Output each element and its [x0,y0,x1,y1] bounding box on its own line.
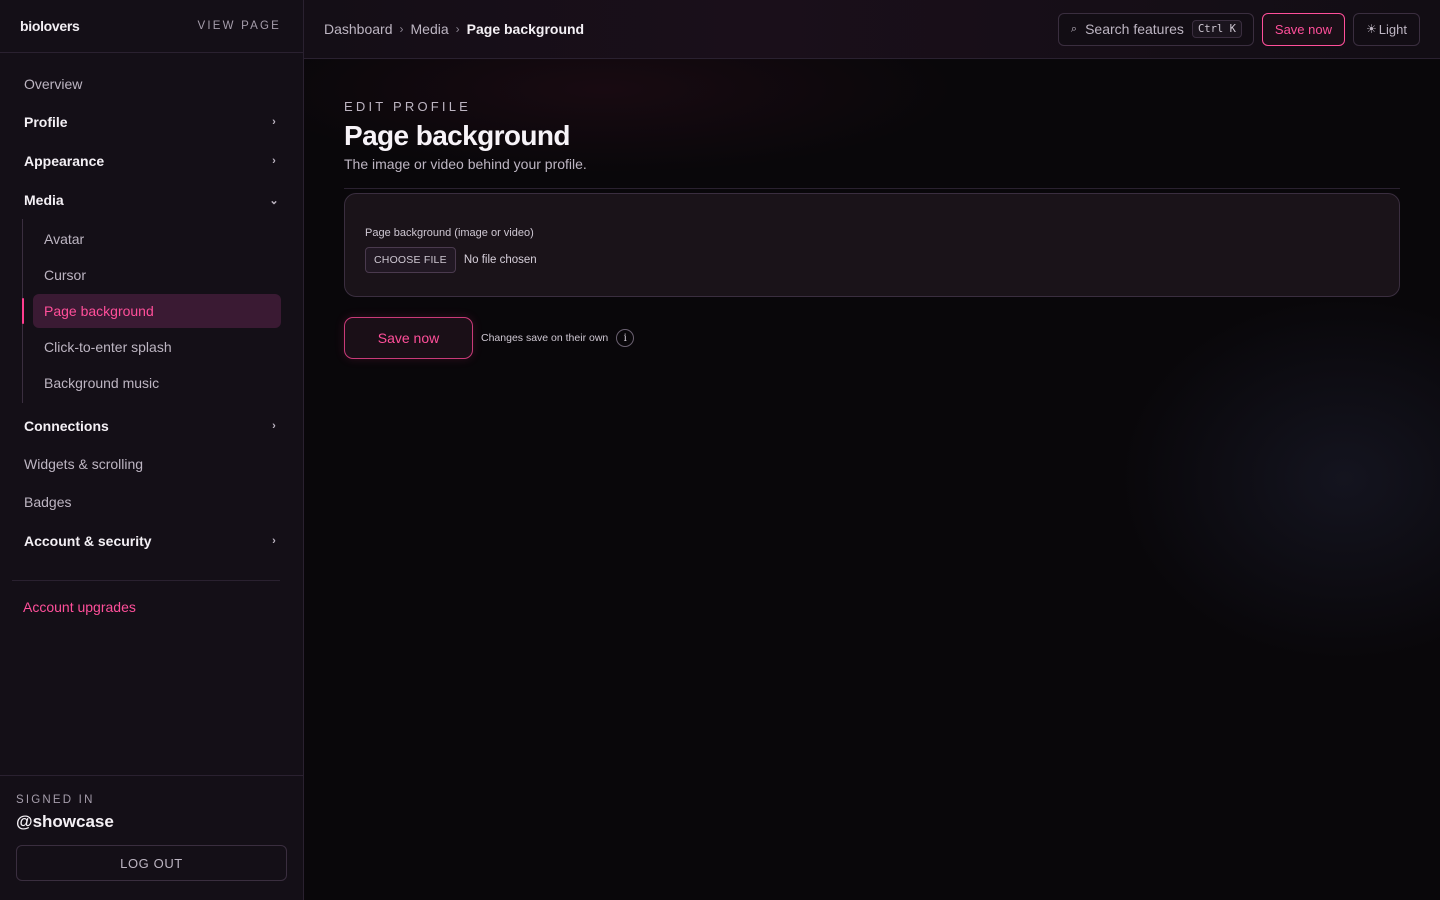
sidebar-subitem-page-background[interactable]: Page background [22,294,281,328]
topbar: Dashboard › Media › Page background ⌕ Se… [304,0,1440,59]
sidebar-item-connections[interactable]: Connections › [24,407,279,445]
breadcrumb-media[interactable]: Media [411,21,449,37]
logout-button[interactable]: LOG OUT [16,845,287,881]
breadcrumb: Dashboard › Media › Page background [324,21,584,37]
sidebar-header: biolovers VIEW PAGE [0,0,303,53]
sidebar-subitem-cursor[interactable]: Cursor [33,257,281,293]
sidebar-item-label: Connections [24,418,109,434]
sidebar-subitem-label: Cursor [44,267,87,283]
sidebar: biolovers VIEW PAGE Overview Profile › A… [0,0,304,900]
sidebar-item-widgets[interactable]: Widgets & scrolling [24,445,279,483]
sidebar-subitem-label: Click-to-enter splash [44,339,172,355]
sidebar-item-label: Appearance [24,153,105,169]
sidebar-account-panel: SIGNED IN @showcase LOG OUT [0,775,303,900]
sun-icon: ☀ [1366,22,1377,36]
sidebar-nav: Overview Profile › Appearance › Media ⌄ … [0,53,303,615]
chevron-right-icon: › [272,155,276,167]
section-eyebrow: EDIT PROFILE [344,99,472,114]
chevron-down-icon: ⌄ [269,194,279,207]
breadcrumb-dashboard[interactable]: Dashboard [324,21,393,37]
theme-toggle-button[interactable]: ☀ Light [1353,12,1420,46]
main-content: EDIT PROFILE Page background The image o… [304,59,1440,900]
breadcrumb-current: Page background [466,21,585,37]
account-upgrades-link[interactable]: Account upgrades [23,599,303,615]
field-label: Page background (image or video) [365,227,534,239]
page-title: Page background [344,120,571,151]
theme-toggle-label: Light [1378,21,1407,37]
sidebar-subitem-avatar[interactable]: Avatar [33,221,281,257]
sidebar-item-label: Account & security [24,533,152,549]
media-submenu: Avatar Cursor Page background Click-to-e… [22,219,303,403]
sidebar-item-label: Media [24,192,64,208]
shortcut-badge: Ctrl K [1191,20,1242,38]
sidebar-item-label: Badges [24,494,72,510]
signed-in-label: SIGNED IN [16,794,95,806]
chevron-right-icon: › [399,22,404,36]
sidebar-subitem-label: Avatar [44,231,85,247]
sidebar-subitem-click-to-enter-splash[interactable]: Click-to-enter splash [33,329,281,365]
chevron-right-icon: › [272,420,276,432]
page-subtitle: The image or video behind your profile. [344,156,587,172]
sidebar-item-label: Overview [24,76,83,92]
save-row: Save now Changes save on their own i [344,317,1400,359]
section-divider [344,188,1400,189]
chevron-right-icon: › [272,535,276,547]
autosave-note: Changes save on their own [481,332,609,344]
sidebar-subitem-label: Background music [44,375,160,391]
search-label: Search features [1085,21,1184,37]
sidebar-item-media[interactable]: Media ⌄ [24,181,279,219]
save-now-top-button[interactable]: Save now [1261,12,1345,46]
search-features-button[interactable]: ⌕ Search features Ctrl K [1057,12,1254,46]
search-icon: ⌕ [1070,22,1078,35]
sidebar-subitem-label: Page background [44,303,154,319]
file-status: No file chosen [463,254,537,266]
brand-logo[interactable]: biolovers [20,18,80,34]
sidebar-item-label: Profile [24,114,68,130]
file-input: CHOOSE FILE No file chosen [365,247,1379,273]
info-icon[interactable]: i [616,329,635,347]
save-now-button[interactable]: Save now [344,317,473,359]
sidebar-item-profile[interactable]: Profile › [24,103,279,141]
sidebar-subitem-background-music[interactable]: Background music [33,365,281,401]
chevron-right-icon: › [272,116,276,128]
sidebar-item-overview[interactable]: Overview [24,65,279,103]
topbar-actions: ⌕ Search features Ctrl K Save now ☀ Ligh… [1057,12,1420,46]
sidebar-item-appearance[interactable]: Appearance › [24,142,279,180]
active-indicator [22,298,24,324]
choose-file-button[interactable]: CHOOSE FILE [365,247,456,273]
user-handle: @showcase [16,812,114,831]
chevron-right-icon: › [455,22,460,36]
sidebar-item-account-security[interactable]: Account & security › [24,522,279,560]
sidebar-item-badges[interactable]: Badges [24,483,279,521]
sidebar-divider [12,580,280,581]
view-page-link[interactable]: VIEW PAGE [198,20,282,32]
upload-card: Page background (image or video) CHOOSE … [344,193,1400,297]
sidebar-item-label: Widgets & scrolling [24,456,144,472]
